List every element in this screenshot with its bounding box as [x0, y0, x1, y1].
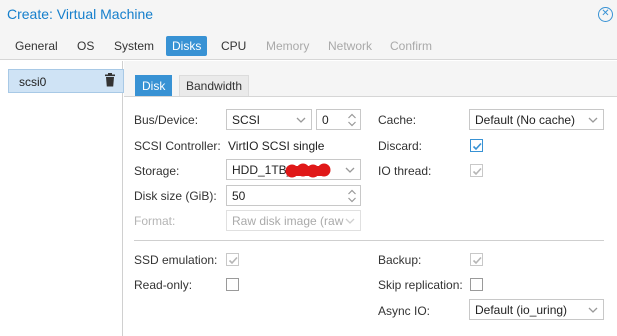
disk-list: scsi0	[0, 61, 124, 336]
cache-select[interactable]: Default (No cache)	[469, 109, 604, 130]
io-thread-label: IO thread:	[378, 164, 432, 178]
checkmark-icon	[228, 256, 238, 265]
discard-label: Discard:	[378, 139, 423, 153]
tab-network: Network	[328, 39, 373, 53]
subtab-disk[interactable]: Disk	[135, 75, 173, 96]
tab-memory: Memory	[266, 39, 310, 53]
ssd-emulation-label: SSD emulation:	[134, 253, 218, 267]
subtab-bandwidth[interactable]: Bandwidth	[179, 75, 250, 96]
disk-size-value: 50	[232, 189, 246, 203]
format-select: Raw disk image (raw	[226, 210, 361, 231]
read-only-label: Read-only:	[134, 278, 193, 292]
tab-os[interactable]: OS	[77, 36, 94, 56]
bus-value: SCSI	[232, 113, 261, 127]
chevron-down-icon	[345, 167, 355, 173]
redaction-mark	[285, 163, 331, 178]
disk-size-stepper[interactable]: 50	[226, 185, 361, 206]
checkmark-icon	[472, 142, 482, 151]
bus-device-label: Bus/Device:	[134, 113, 199, 127]
wizard-tabbar: General OS System Disks CPU Memory Netwo…	[0, 30, 617, 60]
device-number-stepper[interactable]: 0	[316, 109, 361, 130]
tab-general[interactable]: General	[15, 36, 58, 56]
discard-checkbox[interactable]	[470, 139, 483, 152]
chevron-down-icon	[345, 218, 355, 224]
backup-checkbox	[470, 253, 483, 266]
window-titlebar: Create: Virtual Machine ✕	[0, 0, 617, 30]
storage-select[interactable]: HDD_1TB_	[226, 159, 361, 180]
cache-label: Cache:	[378, 113, 417, 127]
tab-confirm: Confirm	[390, 39, 433, 53]
chevron-down-icon	[588, 307, 598, 313]
ssd-emulation-checkbox	[226, 253, 239, 266]
scsi-controller-label: SCSI Controller:	[134, 139, 221, 153]
async-io-label: Async IO:	[378, 304, 431, 318]
skip-replication-label: Skip replication:	[378, 278, 463, 292]
disk-list-item-scsi0[interactable]: scsi0	[8, 69, 124, 93]
read-only-checkbox[interactable]	[226, 278, 239, 291]
async-io-select[interactable]: Default (io_uring)	[469, 299, 604, 320]
chevron-down-icon	[588, 117, 598, 123]
close-icon[interactable]: ✕	[598, 7, 613, 22]
async-io-value: Default (io_uring)	[475, 303, 568, 317]
format-label: Format:	[134, 214, 176, 228]
chevron-down-icon	[296, 117, 306, 123]
tab-system[interactable]: System	[114, 36, 154, 56]
scsi-controller-value: VirtIO SCSI single	[228, 139, 325, 153]
window-title: Create: Virtual Machine	[7, 6, 154, 22]
checkmark-icon	[472, 167, 482, 176]
skip-replication-checkbox[interactable]	[470, 278, 483, 291]
disk-subtabs: Disk Bandwidth	[124, 61, 617, 97]
backup-label: Backup:	[378, 253, 422, 267]
format-value: Raw disk image (raw	[232, 214, 344, 228]
spinner-icon[interactable]	[347, 188, 357, 204]
checkmark-icon	[472, 256, 482, 265]
disk-size-label: Disk size (GiB):	[134, 189, 217, 203]
tab-cpu[interactable]: CPU	[221, 36, 246, 56]
spinner-icon[interactable]	[347, 112, 357, 128]
disk-label: scsi0	[19, 75, 47, 89]
storage-label: Storage:	[134, 164, 180, 178]
trash-icon[interactable]	[104, 73, 116, 87]
cache-value: Default (No cache)	[475, 113, 576, 127]
tab-disks[interactable]: Disks	[166, 36, 208, 56]
io-thread-checkbox	[470, 164, 483, 177]
device-number-value: 0	[322, 113, 329, 127]
bus-select[interactable]: SCSI	[226, 109, 312, 130]
section-divider	[134, 240, 604, 241]
